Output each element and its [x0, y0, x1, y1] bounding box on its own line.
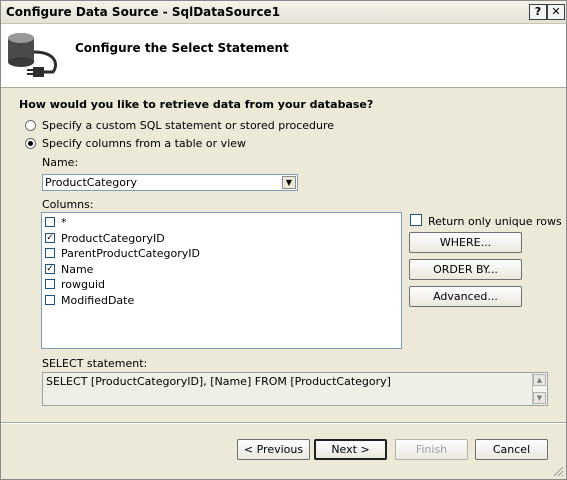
unique-rows-checkbox[interactable] [410, 214, 422, 226]
custom-sql-radio[interactable] [25, 120, 36, 131]
columns-label: Columns: [42, 198, 94, 211]
column-checkbox[interactable] [45, 217, 55, 227]
column-label: ModifiedDate [61, 294, 135, 307]
footer-divider [1, 422, 566, 424]
column-label: Name [61, 263, 94, 276]
database-plug-icon [8, 33, 58, 77]
column-label: ProductCategoryID [61, 232, 165, 245]
configure-data-source-window: Configure Data Source - SqlDataSource1 ?… [0, 0, 567, 480]
finish-button: Finish [395, 439, 468, 460]
next-button[interactable]: Next > [314, 439, 387, 460]
table-name-dropdown[interactable]: ProductCategory ▼ [42, 174, 298, 191]
column-label: ParentProductCategoryID [61, 247, 200, 260]
column-checkbox[interactable]: ✓ [45, 264, 55, 274]
table-name-value: ProductCategory [45, 176, 138, 189]
column-checkbox[interactable]: ✓ [45, 233, 55, 243]
table-view-radio[interactable] [25, 138, 36, 149]
statement-scrollbar[interactable]: ▲ ▼ [532, 373, 547, 405]
name-label: Name: [42, 156, 79, 169]
advanced-button[interactable]: Advanced... [409, 286, 522, 307]
previous-button[interactable]: < Previous [237, 439, 310, 460]
retrieve-question: How would you like to retrieve data from… [19, 98, 374, 111]
select-statement-box[interactable]: SELECT [ProductCategoryID], [Name] FROM … [42, 372, 548, 406]
column-checkbox[interactable] [45, 279, 55, 289]
cancel-button[interactable]: Cancel [475, 439, 548, 460]
columns-list[interactable]: * ✓ ProductCategoryID ParentProductCateg… [41, 212, 402, 349]
resize-grip-icon[interactable] [552, 465, 564, 477]
page-title: Configure the Select Statement [75, 41, 289, 55]
title-bar[interactable]: Configure Data Source - SqlDataSource1 ?… [1, 1, 566, 24]
scroll-up-icon[interactable]: ▲ [533, 374, 546, 386]
wizard-header: Configure the Select Statement [1, 24, 566, 88]
custom-sql-label[interactable]: Specify a custom SQL statement or stored… [42, 119, 334, 132]
select-statement-label: SELECT statement: [42, 357, 148, 370]
table-view-label[interactable]: Specify columns from a table or view [42, 137, 246, 150]
scroll-down-icon[interactable]: ▼ [533, 392, 546, 404]
select-statement-text: SELECT [ProductCategoryID], [Name] FROM … [46, 375, 391, 388]
where-button[interactable]: WHERE... [409, 232, 522, 253]
column-checkbox[interactable] [45, 248, 55, 258]
column-checkbox[interactable] [45, 295, 55, 305]
column-label: rowguid [61, 278, 105, 291]
chevron-down-icon[interactable]: ▼ [282, 176, 296, 189]
order-by-button[interactable]: ORDER BY... [409, 259, 522, 280]
unique-rows-label[interactable]: Return only unique rows [428, 215, 562, 228]
help-button[interactable]: ? [529, 4, 547, 20]
close-button[interactable]: ✕ [547, 4, 565, 20]
column-label: * [61, 216, 67, 229]
window-title: Configure Data Source - SqlDataSource1 [6, 5, 281, 19]
